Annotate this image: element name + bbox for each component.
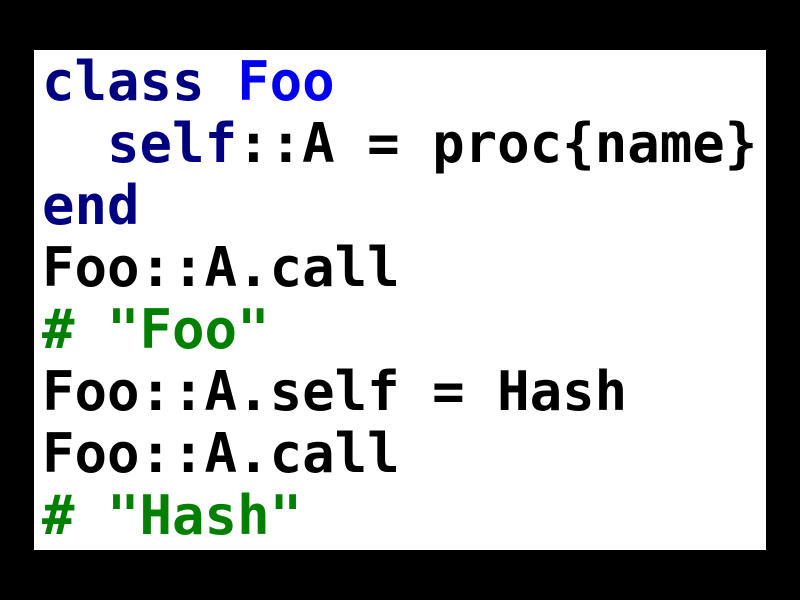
code-line-8: # "Hash" (42, 485, 757, 547)
code-line-4: Foo::A.call (42, 237, 757, 299)
code-line-7: Foo::A.call (42, 423, 757, 485)
code-block: class Foo self::A = proc{name} end Foo::A.… (42, 51, 757, 547)
code-panel: class Foo self::A = proc{name} end Foo::A.… (34, 50, 766, 550)
keyword-end: end (42, 174, 140, 237)
class-name-foo: Foo (237, 50, 335, 113)
call-statement-2: Foo::A.call (42, 422, 400, 485)
keyword-self: self (107, 112, 238, 175)
comment-foo: # "Foo" (42, 298, 270, 361)
constant-assignment: ::A = proc{name} (237, 112, 758, 175)
code-line-5: # "Foo" (42, 299, 757, 361)
code-line-1: class Foo (42, 51, 757, 113)
comment-hash: # "Hash" (42, 484, 303, 547)
code-line-6: Foo::A.self = Hash (42, 361, 757, 423)
code-line-2: self::A = proc{name} (42, 113, 757, 175)
screen-background: class Foo self::A = proc{name} end Foo::A.… (0, 0, 800, 600)
keyword-class: class (42, 50, 205, 113)
code-line-3: end (42, 175, 757, 237)
call-statement-1: Foo::A.call (42, 236, 400, 299)
self-assignment-statement: Foo::A.self = Hash (42, 360, 628, 423)
